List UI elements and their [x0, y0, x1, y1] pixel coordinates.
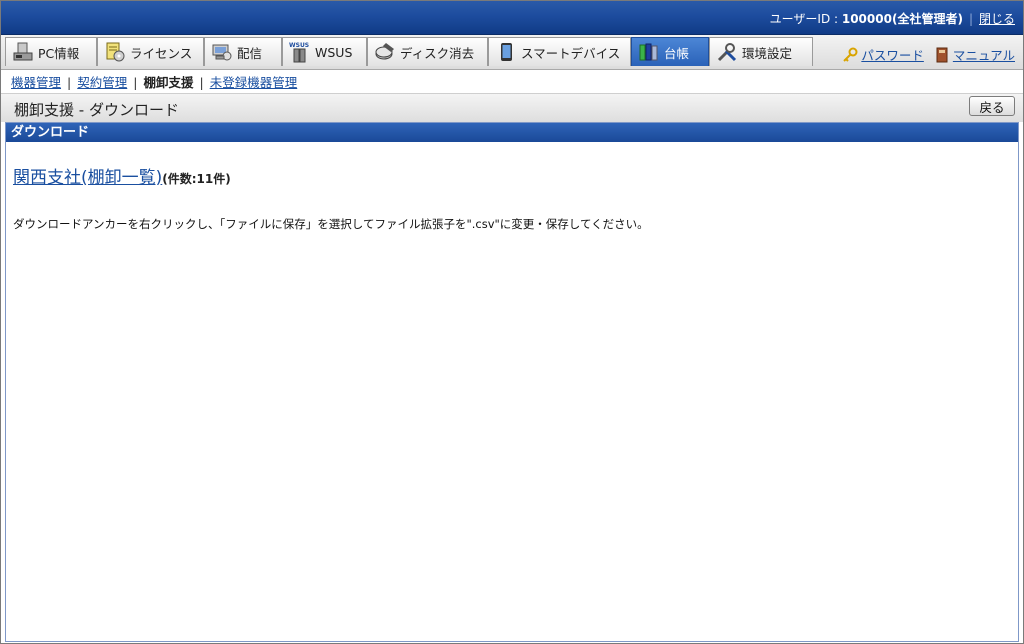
app-window: ユーザーID : 100000(全社管理者) | 閉じる PC情報 ライセンス: [0, 0, 1024, 644]
manual-icon: [936, 47, 948, 62]
tab-delivery[interactable]: 配信: [204, 37, 282, 66]
tab-label: 環境設定: [742, 45, 793, 61]
subnav-separator: |: [133, 75, 138, 90]
download-row: 関西支社(棚卸一覧)(件数:11件): [13, 163, 231, 188]
svg-text:WSUS: WSUS: [289, 42, 309, 49]
page-title: 棚卸支援 - ダウンロード: [14, 101, 179, 119]
download-link[interactable]: 関西支社(棚卸一覧): [13, 168, 162, 188]
wsus-icon: WSUS: [289, 42, 309, 63]
header-separator: |: [968, 12, 973, 26]
record-count: (件数:11件): [162, 172, 231, 186]
download-instructions: ダウンロードアンカーを右クリックし、「ファイルに保存」を選択してファイル拡張子を…: [13, 217, 649, 231]
subnav-contract-management[interactable]: 契約管理: [77, 75, 127, 90]
subnav-device-management[interactable]: 機器管理: [11, 75, 61, 90]
password-link[interactable]: パスワード: [861, 45, 924, 64]
sub-navigation: 機器管理 | 契約管理 | 棚卸支援 | 未登録機器管理: [11, 72, 297, 91]
tab-disk-erase[interactable]: ディスク消去: [367, 37, 488, 66]
tab-wsus[interactable]: WSUS WSUS: [282, 37, 367, 66]
tab-label: PC情報: [38, 45, 80, 61]
settings-icon: [717, 43, 737, 62]
tab-label: ディスク消去: [400, 45, 475, 61]
key-icon: [843, 47, 858, 62]
tab-label: WSUS: [315, 44, 353, 60]
license-icon: [106, 42, 125, 62]
tab-pc-info[interactable]: PC情報: [5, 37, 97, 66]
pc-icon: [13, 42, 33, 61]
user-id-label: ユーザーID :: [769, 12, 842, 26]
subnav-separator: |: [67, 75, 72, 90]
manual-link[interactable]: マニュアル: [953, 45, 1015, 64]
tab-settings[interactable]: 環境設定: [709, 37, 813, 66]
download-panel: ダウンロード 関西支社(棚卸一覧)(件数:11件) ダウンロードアンカーを右クリ…: [5, 122, 1019, 642]
tab-label: ライセンス: [130, 45, 193, 61]
delivery-icon: [212, 44, 232, 61]
subnav-separator: |: [199, 75, 204, 90]
tab-label: 配信: [237, 45, 263, 61]
user-info: ユーザーID : 100000(全社管理者) | 閉じる: [770, 10, 1015, 27]
disk-erase-icon: [375, 43, 394, 60]
ledger-icon: [639, 43, 658, 61]
subnav-inventory-support: 棚卸支援: [143, 75, 194, 90]
user-id-value: 100000(全社管理者): [841, 12, 963, 26]
subnav-unregistered-devices[interactable]: 未登録機器管理: [210, 75, 298, 90]
tab-label: 台帳: [664, 45, 690, 61]
top-header: ユーザーID : 100000(全社管理者) | 閉じる: [1, 1, 1023, 35]
tab-smart-device[interactable]: スマートデバイス: [488, 37, 631, 66]
tool-links: パスワード マニュアル: [842, 45, 1015, 64]
section-header: ダウンロード: [6, 123, 1018, 142]
page-title-bar: 棚卸支援 - ダウンロード 戻る: [1, 93, 1023, 122]
tab-label: スマートデバイス: [521, 45, 621, 61]
back-button[interactable]: 戻る: [969, 96, 1015, 116]
logout-link[interactable]: 閉じる: [979, 12, 1015, 26]
tab-license[interactable]: ライセンス: [97, 37, 204, 66]
smart-device-icon: [501, 43, 512, 61]
tab-ledger[interactable]: 台帳: [631, 37, 709, 66]
main-tab-bar: PC情報 ライセンス 配信 WSUS WSUS ディスク消去 スマートデバイス …: [1, 35, 1023, 70]
